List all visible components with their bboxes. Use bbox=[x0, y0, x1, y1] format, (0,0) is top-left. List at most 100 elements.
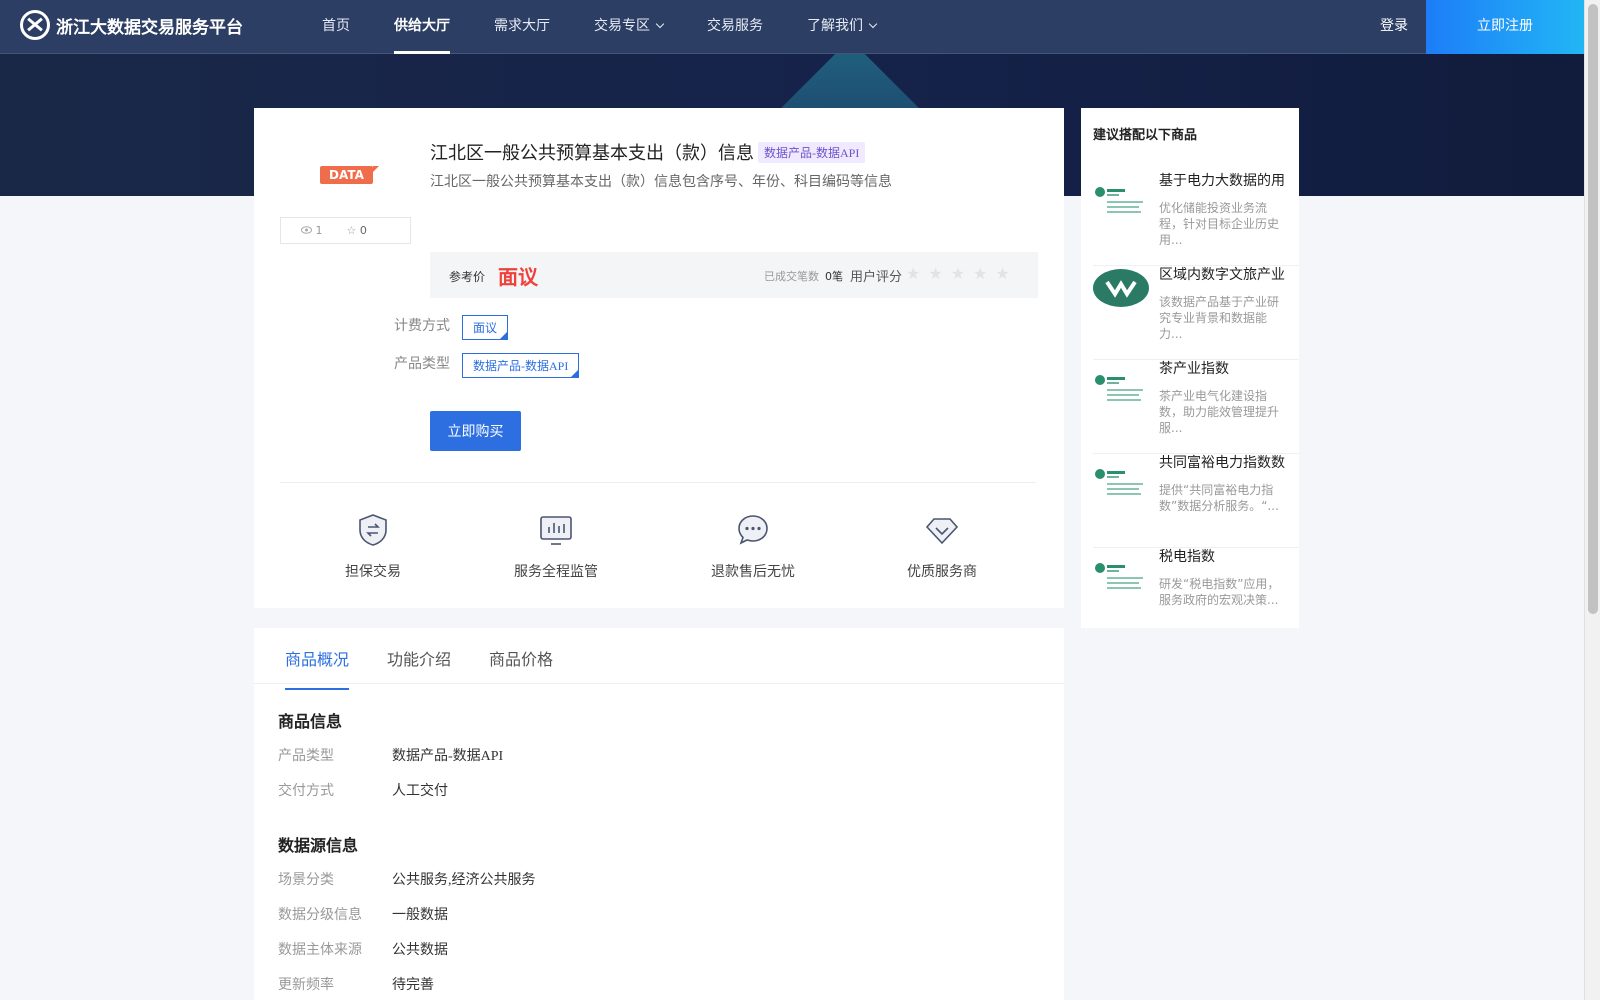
star-outline-icon: ☆ bbox=[346, 224, 357, 237]
deals-count: 已成交笔数 0笔 bbox=[764, 268, 843, 284]
star-icon[interactable]: ★ bbox=[995, 264, 1009, 283]
detail-label: 场景分类 bbox=[278, 872, 334, 888]
feature-label: 担保交易 bbox=[345, 564, 401, 580]
product-detail-section: 商品概况 功能介绍 商品价格 商品信息 产品类型 数据产品-数据API 交付方式… bbox=[254, 628, 1064, 1000]
tab-overview[interactable]: 商品概况 bbox=[285, 646, 350, 690]
product-category-tag: 数据产品-数据API bbox=[758, 142, 866, 163]
buy-now-button[interactable]: 立即购买 bbox=[430, 411, 521, 451]
recommendation-desc: 茶产业电气化建设指数，助力能效管理提升服... bbox=[1159, 389, 1280, 435]
feature-label: 服务全程监管 bbox=[514, 564, 598, 580]
recommendation-item[interactable]: 税电指数 研发“税电指数”应用，服务政府的宏观决策... bbox=[1093, 548, 1299, 642]
main-nav: 首页 供给大厅 需求大厅 交易专区 交易服务 了解我们 bbox=[300, 0, 898, 54]
state-grid-logo-icon bbox=[1095, 375, 1143, 401]
login-link[interactable]: 登录 bbox=[1370, 0, 1418, 52]
nav-trade-service-label: 交易服务 bbox=[707, 18, 763, 34]
rating-stars[interactable]: ★ ★ ★ ★ ★ bbox=[906, 264, 1010, 283]
nav-home[interactable]: 首页 bbox=[300, 0, 372, 54]
star-icon[interactable]: ★ bbox=[906, 264, 920, 283]
star-icon[interactable]: ★ bbox=[973, 264, 987, 283]
chevron-down-icon bbox=[655, 19, 665, 29]
recommendations-title: 建议搭配以下商品 bbox=[1093, 128, 1198, 143]
tab-features[interactable]: 功能介绍 bbox=[387, 646, 451, 688]
data-badge: DATA bbox=[320, 166, 379, 184]
recommendation-desc: 研发“税电指数”应用，服务政府的宏观决策... bbox=[1159, 577, 1280, 607]
eye-icon bbox=[301, 226, 312, 234]
nav-supply-hall[interactable]: 供给大厅 bbox=[372, 0, 472, 54]
culture-tourism-logo-icon bbox=[1093, 269, 1149, 307]
nav-demand-hall-label: 需求大厅 bbox=[494, 18, 550, 34]
price-bar: 参考价 面议 已成交笔数 0笔 用户评分 ★ ★ ★ ★ ★ bbox=[430, 252, 1038, 298]
detail-label: 交付方式 bbox=[278, 783, 334, 799]
recommendation-desc: 优化储能投资业务流程，针对目标企业历史用... bbox=[1159, 201, 1280, 247]
diamond-icon bbox=[925, 518, 959, 545]
page-scrollbar[interactable] bbox=[1584, 0, 1600, 1000]
detail-label: 产品类型 bbox=[278, 748, 334, 764]
detail-label: 数据分级信息 bbox=[278, 907, 362, 923]
detail-value: 人工交付 bbox=[392, 784, 448, 799]
feature-label: 退款售后无忧 bbox=[711, 564, 795, 580]
product-title: 江北区一般公共预算基本支出（款）信息 bbox=[430, 143, 754, 164]
views-value: 1 bbox=[315, 224, 323, 237]
recommendation-item[interactable]: 区域内数字文旅产业 该数据产品基于产业研究专业背景和数据能力... bbox=[1093, 266, 1299, 360]
feature-guaranteed-trade: 担保交易 bbox=[313, 513, 433, 581]
nav-supply-hall-label: 供给大厅 bbox=[394, 18, 450, 34]
price-value: 面议 bbox=[498, 265, 538, 289]
top-navigation-bar: 浙江大数据交易服务平台 首页 供给大厅 需求大厅 交易专区 交易服务 了解我们 … bbox=[0, 0, 1584, 54]
state-grid-logo-icon bbox=[1095, 563, 1143, 589]
feature-label: 优质服务商 bbox=[907, 564, 977, 580]
deals-value: 0笔 bbox=[825, 270, 843, 283]
monitor-chart-icon bbox=[540, 516, 572, 545]
type-label: 产品类型 bbox=[394, 356, 450, 372]
chat-bubble-icon bbox=[738, 515, 768, 545]
nav-trade-zone-label: 交易专区 bbox=[594, 18, 650, 34]
detail-label: 数据主体来源 bbox=[278, 942, 362, 958]
nav-demand-hall[interactable]: 需求大厅 bbox=[472, 0, 572, 54]
detail-value: 一般数据 bbox=[392, 908, 448, 923]
nav-home-label: 首页 bbox=[322, 18, 350, 34]
product-description: 江北区一般公共预算基本支出（款）信息包含序号、年份、科目编码等信息 bbox=[430, 175, 892, 190]
detail-label: 更新频率 bbox=[278, 977, 334, 993]
detail-tabs: 商品概况 功能介绍 商品价格 bbox=[254, 628, 1064, 690]
state-grid-logo-icon bbox=[1095, 469, 1143, 495]
favorites-value: 0 bbox=[359, 224, 367, 237]
recommendation-item[interactable]: 共同富裕电力指数数 提供“共同富裕电力指数”数据分析服务。“... bbox=[1093, 454, 1299, 548]
billing-option[interactable]: 面议 bbox=[462, 315, 509, 340]
product-card: DATA 1 ☆ 0 江北区一般公共预算基本支出（款）信息 数据产品-数据API… bbox=[254, 108, 1064, 608]
recommendation-item[interactable]: 茶产业指数 茶产业电气化建设指数，助力能效管理提升服... bbox=[1093, 360, 1299, 454]
shield-exchange-icon bbox=[359, 514, 387, 546]
source-info-heading: 数据源信息 bbox=[278, 836, 359, 855]
billing-label: 计费方式 bbox=[394, 318, 450, 334]
star-icon[interactable]: ★ bbox=[928, 264, 942, 283]
feature-full-supervision: 服务全程监管 bbox=[496, 513, 616, 581]
feature-quality-provider: 优质服务商 bbox=[882, 513, 1002, 581]
nav-trade-zone[interactable]: 交易专区 bbox=[572, 0, 685, 54]
logo-icon bbox=[20, 10, 50, 40]
goods-info-heading: 商品信息 bbox=[278, 712, 343, 731]
recommendations-panel: 建议搭配以下商品 基于电力大数据的用 优化储能投资业务流程，针对目标企业历史用.… bbox=[1081, 108, 1299, 628]
divider bbox=[280, 482, 1036, 483]
logo-text: 浙江大数据交易服务平台 bbox=[56, 17, 243, 38]
favorites-count: ☆ 0 bbox=[347, 224, 367, 237]
type-option[interactable]: 数据产品-数据API bbox=[462, 353, 580, 378]
recommendation-item[interactable]: 基于电力大数据的用 优化储能投资业务流程，针对目标企业历史用... bbox=[1093, 172, 1299, 266]
state-grid-logo-icon bbox=[1095, 187, 1143, 213]
chevron-down-icon bbox=[868, 19, 878, 29]
nav-trade-service[interactable]: 交易服务 bbox=[685, 0, 785, 54]
feature-refund-worry-free: 退款售后无忧 bbox=[693, 513, 813, 581]
detail-value: 数据产品-数据API bbox=[392, 749, 504, 764]
detail-value: 待完善 bbox=[392, 978, 434, 993]
nav-about-us[interactable]: 了解我们 bbox=[785, 0, 898, 54]
tab-pricing[interactable]: 商品价格 bbox=[489, 646, 553, 688]
star-icon[interactable]: ★ bbox=[951, 264, 965, 283]
deals-label: 已成交笔数 bbox=[764, 270, 819, 283]
rating-label: 用户评分 bbox=[850, 270, 903, 285]
product-stats: 1 ☆ 0 bbox=[280, 217, 411, 244]
site-logo[interactable]: 浙江大数据交易服务平台 bbox=[20, 10, 243, 40]
price-label: 参考价 bbox=[449, 270, 486, 284]
detail-value: 公共服务,经济公共服务 bbox=[392, 873, 536, 888]
detail-value: 公共数据 bbox=[392, 943, 448, 958]
register-button[interactable]: 立即注册 bbox=[1426, 0, 1584, 54]
nav-about-us-label: 了解我们 bbox=[807, 18, 863, 34]
scrollbar-thumb[interactable] bbox=[1588, 4, 1598, 614]
recommendation-desc: 该数据产品基于产业研究专业背景和数据能力... bbox=[1159, 295, 1280, 341]
